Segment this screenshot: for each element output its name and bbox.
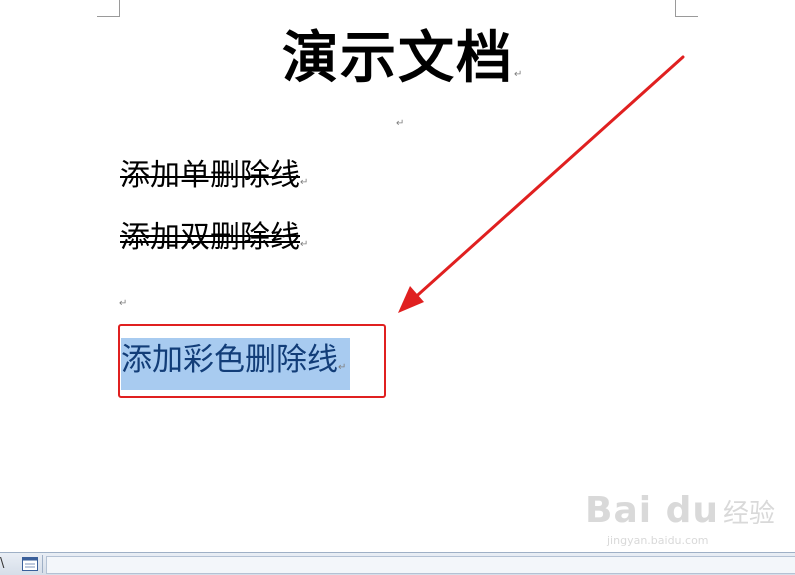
print-layout-icon bbox=[22, 557, 38, 571]
status-bar: \ bbox=[0, 552, 795, 575]
print-layout-view-button[interactable] bbox=[18, 555, 43, 573]
watermark-url: jingyan.baidu.com bbox=[607, 534, 709, 547]
baidu-watermark: Bai du 经验 jingyan.baidu.com bbox=[585, 490, 776, 547]
watermark-logo: Bai du bbox=[585, 490, 720, 531]
status-bar-field bbox=[46, 556, 795, 574]
watermark-product: 经验 bbox=[723, 499, 776, 529]
annotation-arrow-icon bbox=[398, 55, 685, 313]
document-page[interactable]: 演示文档↵ ↵ 添加单删除线↵ 添加双删除线↵ ↵ 添加彩色删除线↵ Bai d… bbox=[0, 0, 795, 552]
status-bar-glyph: \ bbox=[0, 556, 5, 571]
